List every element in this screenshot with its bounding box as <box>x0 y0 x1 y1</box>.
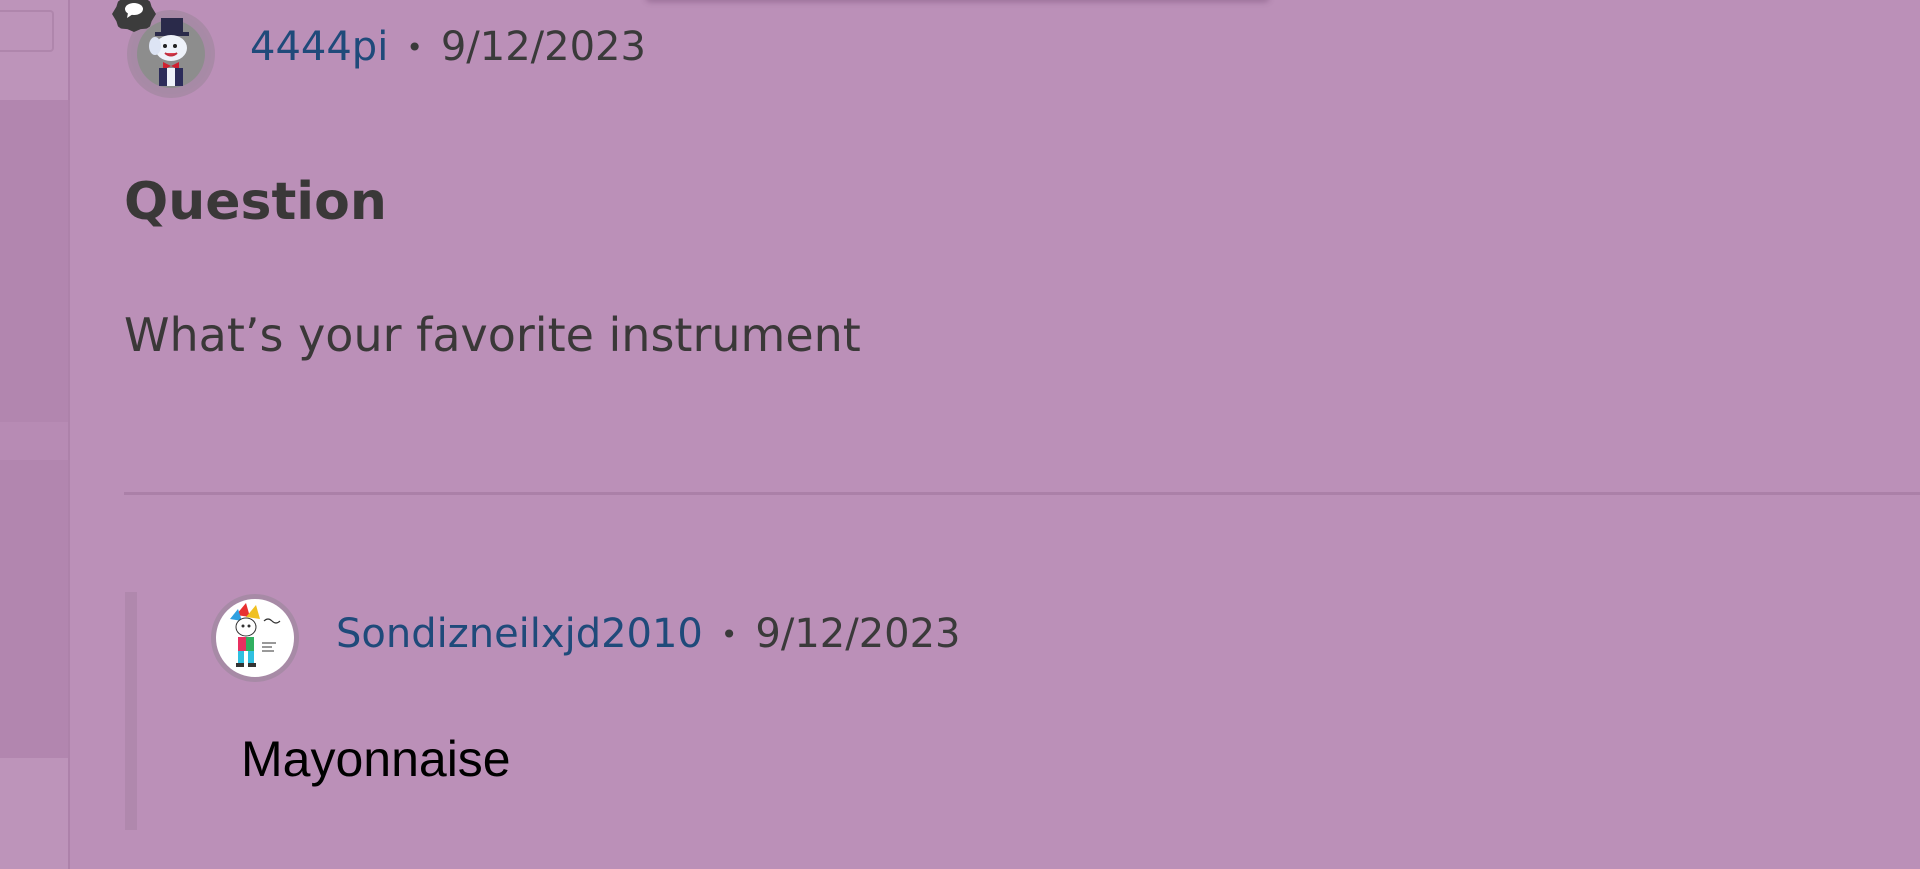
sidebar-section[interactable] <box>0 460 68 758</box>
left-sidebar <box>0 0 70 869</box>
reply-meta: Sondizneilxjd2010 • 9/12/2023 <box>336 611 961 657</box>
jester-drawing-avatar-icon <box>230 603 281 667</box>
reply-thread-line <box>125 592 137 830</box>
post-date: 9/12/2023 <box>440 24 646 70</box>
page: 4444pi • 9/12/2023 Question What’s your … <box>0 0 1920 869</box>
meta-separator: • <box>406 30 423 64</box>
sidebar-section <box>0 758 68 869</box>
reply-author-avatar[interactable] <box>211 594 299 682</box>
meta-separator: • <box>720 617 738 651</box>
reply-date: 9/12/2023 <box>755 611 961 657</box>
section-divider <box>124 492 1920 495</box>
sidebar-menu-icon[interactable] <box>0 10 54 52</box>
reply-body: Mayonnaise <box>241 731 511 787</box>
reply-author-link[interactable]: Sondizneilxjd2010 <box>336 611 703 657</box>
post-meta: 4444pi • 9/12/2023 <box>250 24 646 70</box>
sidebar-section[interactable] <box>0 100 68 422</box>
post-body: What’s your favorite instrument <box>124 308 861 362</box>
post-title: Question <box>124 172 387 232</box>
post-author-link[interactable]: 4444pi <box>250 24 388 70</box>
